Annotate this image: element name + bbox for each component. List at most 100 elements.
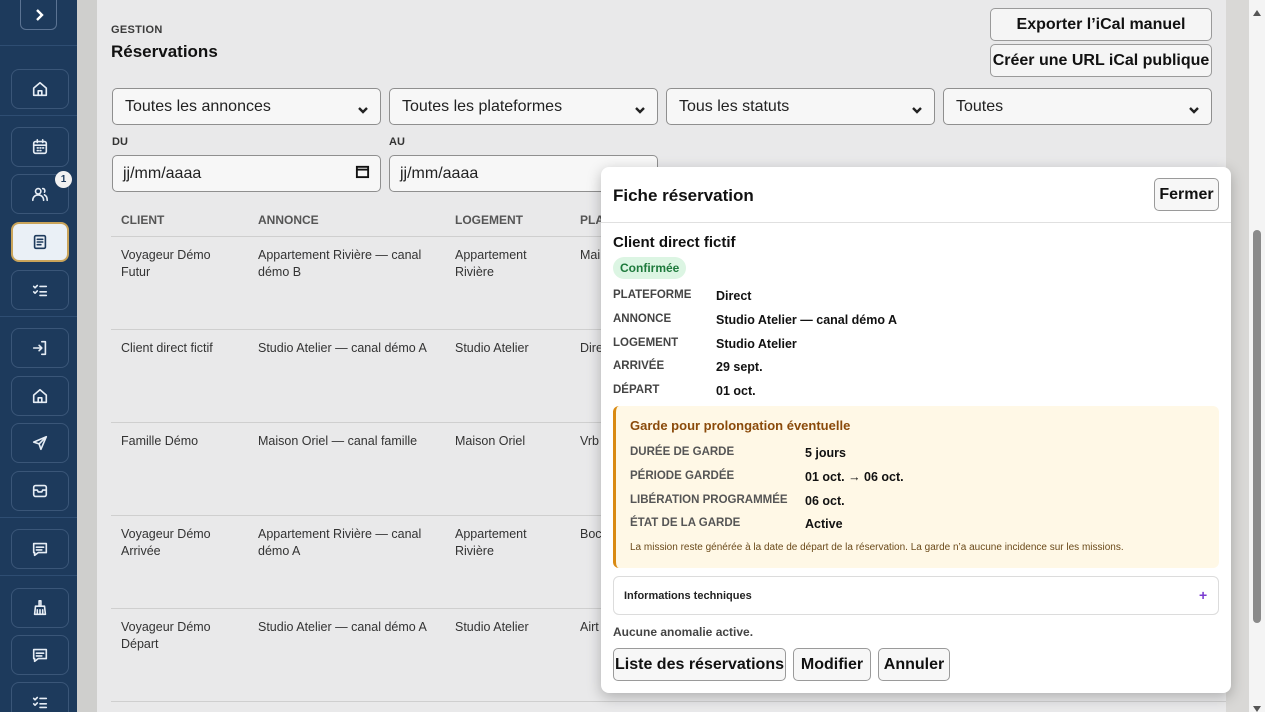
scrollbar-thumb[interactable] bbox=[1253, 230, 1261, 623]
checklist-icon bbox=[32, 696, 48, 709]
field-label-annonce: ANNONCE bbox=[613, 313, 672, 325]
sidebar-item-users[interactable]: 1 bbox=[11, 171, 72, 214]
login-icon bbox=[32, 340, 47, 356]
cell-plateforme: Vrb bbox=[580, 434, 599, 448]
from-date-input[interactable]: jj/mm/aaaa bbox=[112, 155, 381, 192]
users-icon bbox=[31, 187, 49, 202]
field-label-logement: LOGEMENT bbox=[613, 337, 679, 349]
from-date-label: DU bbox=[112, 136, 128, 148]
sidebar-item-calendar[interactable] bbox=[11, 127, 69, 167]
cell-logement: Appartement Rivière bbox=[455, 527, 527, 558]
sidebar-item-checklists[interactable] bbox=[11, 682, 69, 712]
sidebar-divider bbox=[0, 517, 77, 518]
scroll-up-arrow-icon[interactable] bbox=[1252, 3, 1262, 16]
cell-annonce: Appartement Rivière — canal démo A bbox=[258, 527, 422, 558]
chevron-right-icon bbox=[35, 8, 44, 21]
inbox-icon bbox=[32, 484, 48, 498]
status-filter-select[interactable]: Tous les statuts bbox=[666, 88, 935, 125]
cell-logement: Studio Atelier bbox=[455, 341, 529, 355]
calendar-icon[interactable] bbox=[355, 164, 370, 184]
document-icon bbox=[33, 234, 47, 250]
field-value-arrivee: 29 sept. bbox=[716, 360, 763, 374]
cell-annonce: Appartement Rivière — canal démo B bbox=[258, 248, 422, 279]
chevron-down-icon bbox=[912, 102, 922, 114]
field-label-plateforme: PLATEFORME bbox=[613, 289, 692, 301]
cell-client: Voyageur Démo Arrivée bbox=[121, 527, 211, 558]
reservation-list-button[interactable]: Liste des réservations bbox=[613, 648, 786, 681]
platform-filter-select[interactable]: Toutes les plateformes bbox=[389, 88, 658, 125]
sidebar-item-inbox[interactable] bbox=[11, 471, 69, 511]
sidebar-toggle-button[interactable] bbox=[20, 0, 57, 30]
hold-label-liberation: LIBÉRATION PROGRAMMÉE bbox=[630, 494, 788, 506]
hold-label-duree: DURÉE DE GARDE bbox=[630, 446, 735, 458]
column-header-client: CLIENT bbox=[121, 213, 165, 227]
sidebar-item-reservations[interactable] bbox=[11, 222, 69, 262]
page-title: Réservations bbox=[111, 42, 218, 61]
hold-note: La mission reste générée à la date de dé… bbox=[630, 542, 1124, 553]
cell-client: Voyageur Démo Futur bbox=[121, 248, 211, 279]
sidebar-item-chat[interactable] bbox=[11, 635, 69, 675]
home-icon bbox=[32, 388, 48, 404]
message-icon bbox=[32, 648, 48, 663]
to-date-label: AU bbox=[389, 136, 405, 148]
cell-client: Voyageur Démo Départ bbox=[121, 620, 211, 651]
hold-value-liberation: 06 oct. bbox=[805, 494, 845, 508]
field-value-depart: 01 oct. bbox=[716, 384, 756, 398]
hold-label-periode: PÉRIODE GARDÉE bbox=[630, 470, 735, 482]
technical-info-toggle[interactable]: Informations techniques + bbox=[613, 576, 1219, 615]
client-name: Client direct fictif bbox=[613, 234, 736, 251]
column-header-logement: LOGEMENT bbox=[455, 213, 523, 227]
cancel-button[interactable]: Annuler bbox=[878, 648, 950, 681]
sidebar-item-cleaning[interactable] bbox=[11, 588, 69, 628]
fourth-filter-value: Toutes bbox=[956, 97, 1004, 115]
cell-logement: Appartement Rivière bbox=[455, 248, 527, 279]
hold-info-box: Garde pour prolongation éventuelle DURÉE… bbox=[613, 406, 1219, 568]
sidebar-divider bbox=[0, 316, 77, 317]
export-ical-button[interactable]: Exporter l’iCal manuel bbox=[990, 8, 1212, 41]
edit-button[interactable]: Modifier bbox=[793, 648, 871, 681]
to-date-placeholder: jj/mm/aaaa bbox=[400, 164, 479, 182]
sidebar-item-home[interactable] bbox=[11, 69, 69, 109]
field-value-logement: Studio Atelier bbox=[716, 337, 797, 351]
message-icon bbox=[32, 542, 48, 557]
sidebar: 1 bbox=[0, 0, 77, 712]
table-divider bbox=[111, 701, 1226, 702]
hold-value-etat: Active bbox=[805, 517, 843, 531]
create-ical-url-button[interactable]: Créer une URL iCal publique bbox=[990, 44, 1212, 77]
chevron-down-icon bbox=[358, 102, 368, 114]
technical-info-label: Informations techniques bbox=[624, 590, 752, 602]
sidebar-item-send[interactable] bbox=[11, 423, 69, 463]
anomalies-status: Aucune anomalie active. bbox=[613, 625, 754, 639]
sidebar-divider bbox=[0, 115, 77, 116]
platform-filter-value: Toutes les plateformes bbox=[402, 97, 563, 115]
panel-divider bbox=[601, 222, 1231, 223]
listing-filter-select[interactable]: Toutes les annonces bbox=[112, 88, 381, 125]
cleaning-icon bbox=[33, 599, 47, 616]
scroll-down-arrow-icon[interactable] bbox=[1252, 699, 1262, 712]
users-badge: 1 bbox=[55, 171, 72, 188]
gutter bbox=[77, 0, 97, 712]
status-badge: Confirmée bbox=[613, 257, 687, 279]
panel-title: Fiche réservation bbox=[613, 186, 754, 205]
hold-value-periode: 01 oct. → 06 oct. bbox=[805, 470, 904, 484]
sidebar-item-checkin[interactable] bbox=[11, 328, 69, 368]
reservation-detail-panel: Fiche réservation Fermer Client direct f… bbox=[601, 167, 1231, 693]
sidebar-item-properties[interactable] bbox=[11, 376, 69, 416]
sidebar-divider bbox=[0, 45, 77, 46]
field-label-depart: DÉPART bbox=[613, 384, 660, 396]
chevron-down-icon bbox=[635, 102, 645, 114]
field-value-annonce: Studio Atelier — canal démo A bbox=[716, 313, 898, 327]
close-button[interactable]: Fermer bbox=[1154, 178, 1219, 211]
cell-plateforme: Airt bbox=[580, 620, 599, 634]
hold-label-etat: ÉTAT DE LA GARDE bbox=[630, 517, 741, 529]
sidebar-item-tasks[interactable] bbox=[11, 270, 69, 310]
cell-plateforme: Boc bbox=[580, 527, 602, 541]
fourth-filter-select[interactable]: Toutes bbox=[943, 88, 1212, 125]
sidebar-item-messages[interactable] bbox=[11, 529, 69, 569]
checklist-icon bbox=[32, 284, 48, 297]
page-eyebrow: GESTION bbox=[111, 24, 163, 36]
cell-annonce: Studio Atelier — canal démo A bbox=[258, 620, 427, 634]
home-icon bbox=[32, 81, 48, 97]
sidebar-divider bbox=[0, 575, 77, 576]
listing-filter-value: Toutes les annonces bbox=[125, 97, 271, 115]
